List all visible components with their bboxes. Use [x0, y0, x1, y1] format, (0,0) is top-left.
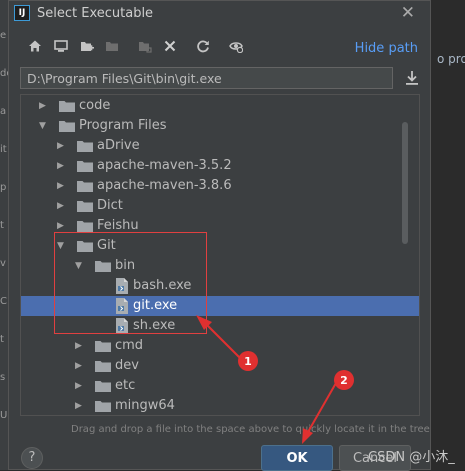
hide-path-link[interactable]: Hide path — [355, 41, 418, 56]
folder-icon — [77, 140, 93, 152]
expand-arrow-right-icon[interactable]: ▶ — [57, 161, 67, 171]
tree-item-label: cmd — [115, 338, 144, 353]
home-icon[interactable] — [26, 37, 44, 55]
folder-icon — [59, 120, 75, 132]
drag-drop-hint: Drag and drop a file into the space abov… — [71, 424, 430, 435]
expand-arrow-right-icon[interactable]: ▶ — [57, 221, 67, 231]
annotation-highlight-box — [54, 232, 207, 334]
folder-icon — [95, 400, 111, 412]
annotation-badge-2: 2 — [334, 370, 354, 390]
tree-item-label: dev — [115, 358, 139, 373]
watermark: CSDN @小沐_ — [368, 450, 455, 465]
background-text-fragment: t — [0, 334, 4, 345]
folder-icon — [59, 100, 75, 112]
folder-icon — [95, 380, 111, 392]
tree-folder-item[interactable]: ▶ apache-maven-3.8.6 — [21, 176, 419, 196]
tree-folder-item[interactable]: ▶ cmd — [21, 336, 419, 356]
background-editor-strip: o prote — [431, 0, 465, 470]
expand-arrow-right-icon[interactable]: ▶ — [39, 101, 49, 111]
help-button[interactable]: ? — [21, 447, 43, 469]
expand-arrow-right-icon[interactable]: ▶ — [75, 361, 85, 371]
show-hidden-icon[interactable] — [227, 37, 245, 55]
background-text-fragment: U — [0, 410, 8, 421]
desktop-icon[interactable] — [52, 37, 70, 55]
close-icon[interactable]: ✕ — [401, 3, 415, 23]
new-folder-icon[interactable] — [78, 37, 96, 55]
title-bar[interactable]: IJ Select Executable ✕ — [9, 1, 430, 27]
folder-icon — [77, 200, 93, 212]
background-text-fragment: s — [0, 372, 6, 383]
tree-folder-item[interactable]: ▶ etc — [21, 376, 419, 396]
folder-up-icon[interactable] — [103, 37, 121, 55]
path-field[interactable] — [20, 67, 393, 89]
ok-button[interactable]: OK — [261, 445, 333, 471]
annotation-badge-1: 1 — [238, 351, 258, 371]
tree-folder-item[interactable]: ▶ Dict — [21, 196, 419, 216]
refresh-icon[interactable] — [194, 37, 212, 55]
tree-item-label: Dict — [97, 198, 123, 213]
tree-item-label: mingw64 — [115, 398, 175, 413]
tree-item-label: etc — [115, 378, 136, 393]
folder-link-icon[interactable] — [136, 37, 154, 55]
tree-item-label: Feishu — [97, 218, 139, 233]
expand-arrow-right-icon[interactable]: ▶ — [57, 181, 67, 191]
background-text-fragment: e — [0, 30, 7, 41]
background-text-fragment: a — [0, 106, 7, 117]
expand-arrow-right-icon[interactable]: ▶ — [75, 401, 85, 411]
expand-arrow-right-icon[interactable]: ▶ — [57, 201, 67, 211]
folder-icon — [77, 180, 93, 192]
expand-arrow-down-icon[interactable]: ▼ — [39, 121, 49, 131]
tree-item-label: apache-maven-3.8.6 — [97, 178, 232, 193]
delete-icon[interactable] — [161, 37, 179, 55]
background-text-fragment: t — [0, 220, 4, 231]
dialog-title: Select Executable — [37, 6, 154, 21]
tree-scrollbar[interactable] — [402, 122, 408, 244]
tree-folder-item[interactable]: ▶ mingw64 — [21, 396, 419, 415]
expand-arrow-right-icon[interactable]: ▶ — [57, 141, 67, 151]
tree-folder-item[interactable]: ▶ aDrive — [21, 136, 419, 156]
download-path-icon[interactable] — [404, 69, 420, 87]
tree-folder-item[interactable]: ▼ Program Files — [21, 116, 419, 136]
tree-item-label: code — [79, 98, 111, 113]
folder-icon — [77, 160, 93, 172]
tree-folder-item[interactable]: ▶ apache-maven-3.5.2 — [21, 156, 419, 176]
folder-icon — [95, 360, 111, 372]
background-text-fragment: p — [0, 182, 7, 193]
tree-item-label: aDrive — [97, 138, 140, 153]
folder-icon — [77, 220, 93, 232]
expand-arrow-right-icon[interactable]: ▶ — [75, 381, 85, 391]
background-text-fragment: v — [0, 258, 6, 269]
folder-icon — [95, 340, 111, 352]
file-chooser-toolbar: Hide path — [9, 35, 430, 61]
background-text-fragment: it — [0, 144, 7, 155]
background-text-fragment: o prote — [437, 52, 465, 66]
tree-item-label: Program Files — [79, 118, 167, 133]
expand-arrow-right-icon[interactable]: ▶ — [75, 341, 85, 351]
tree-folder-item[interactable]: ▶ dev — [21, 356, 419, 376]
intellij-logo-icon: IJ — [14, 5, 30, 21]
tree-item-label: apache-maven-3.5.2 — [97, 158, 232, 173]
background-text-fragment: C — [0, 296, 7, 307]
tree-folder-item[interactable]: ▶ code — [21, 96, 419, 116]
